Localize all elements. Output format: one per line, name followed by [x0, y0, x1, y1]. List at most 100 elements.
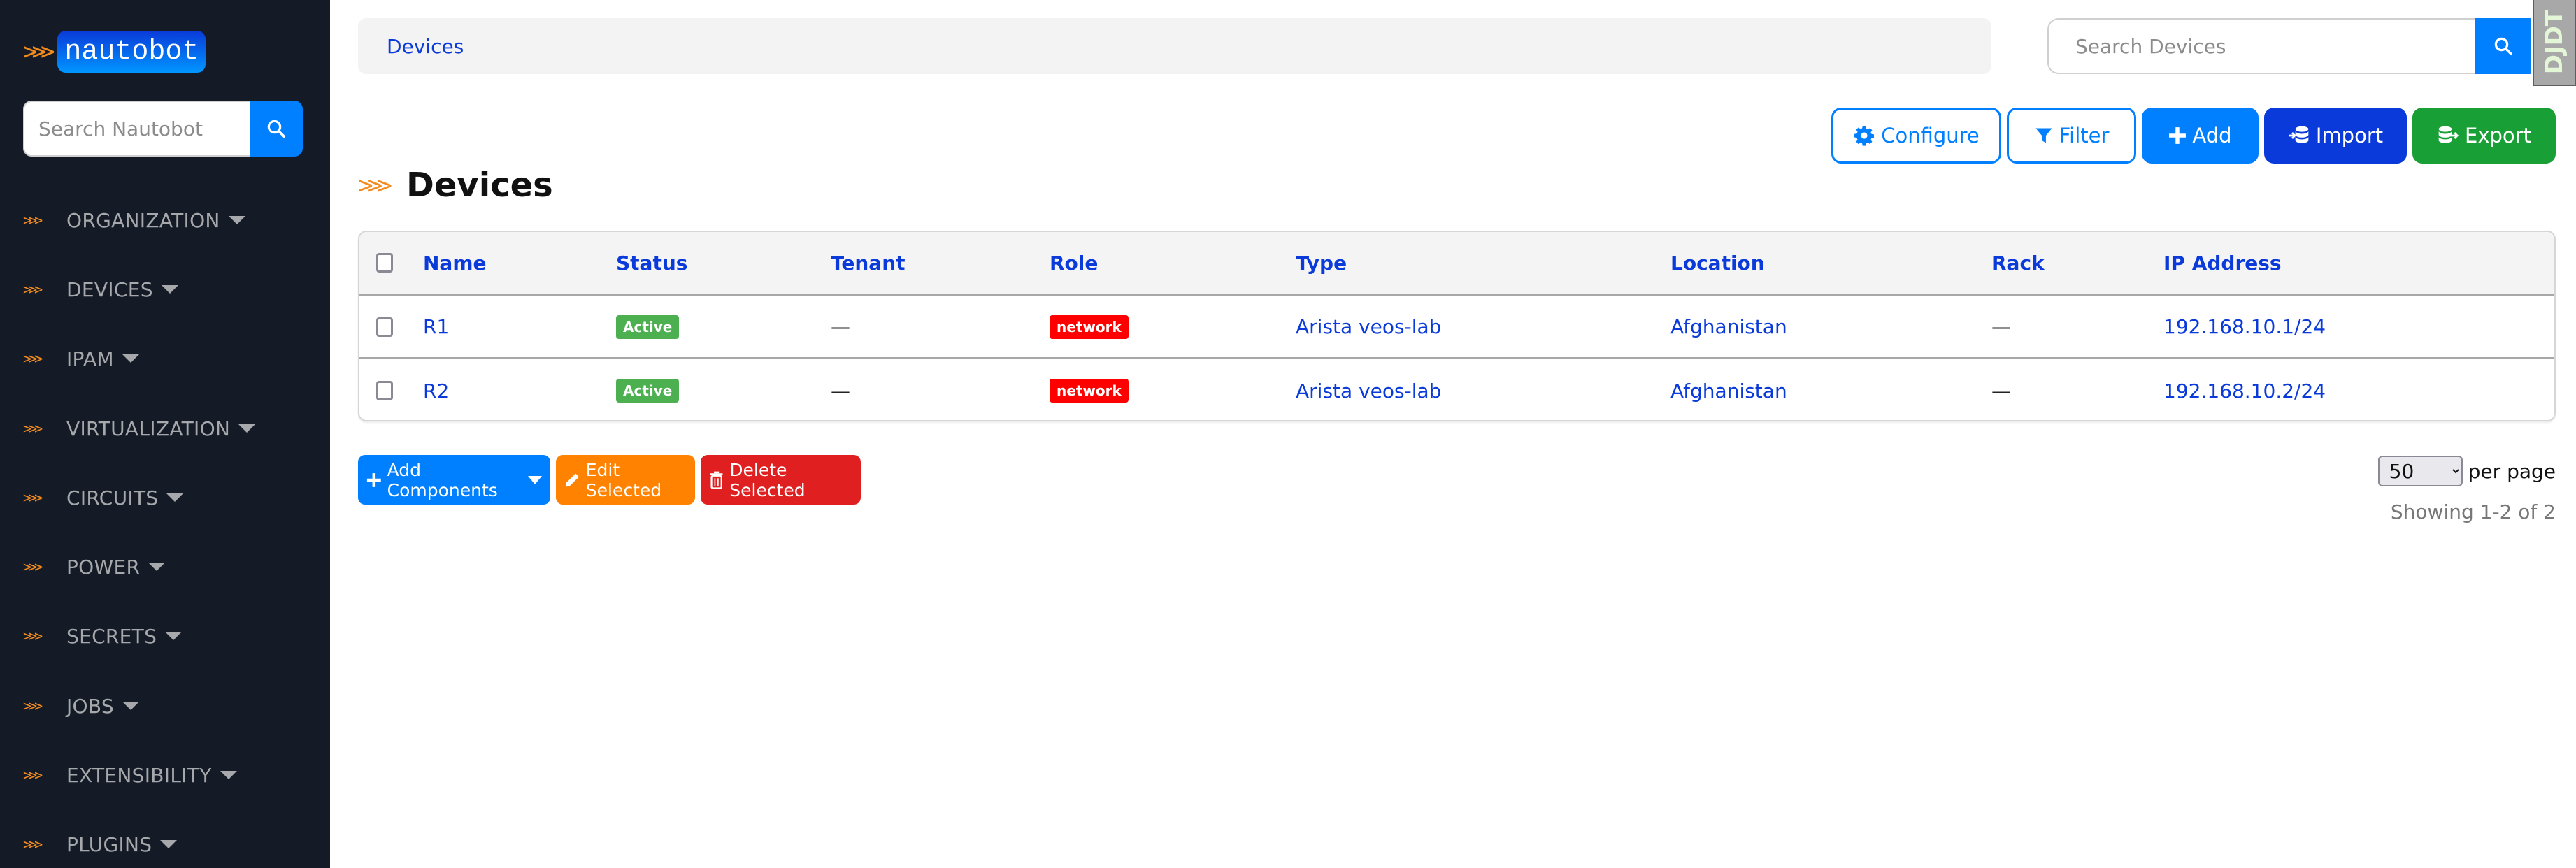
sidebar-item-power[interactable]: >>> POWER — [23, 549, 166, 584]
edit-selected-button[interactable]: Edit Selected — [556, 455, 695, 505]
sidebar-item-plugins[interactable]: >>> PLUGINS — [23, 827, 178, 862]
sidebar-item-organization[interactable]: >>> ORGANIZATION — [23, 203, 245, 238]
chevrons-icon: >>> — [23, 836, 43, 853]
debug-toolbar-label: DJDT — [2540, 10, 2568, 75]
row-checkbox[interactable] — [376, 317, 393, 337]
table-row: R1 Active — network Arista veos-lab Afgh… — [359, 296, 2554, 359]
sidebar-item-label: SECRETS — [66, 624, 157, 648]
sidebar-item-label: DEVICES — [66, 277, 153, 301]
ip-address-link[interactable]: 192.168.10.1/24 — [2163, 315, 2326, 338]
chevrons-icon: >>> — [23, 697, 43, 714]
filter-button[interactable]: Filter — [2007, 108, 2136, 164]
sidebar-item-label: EXTENSIBILITY — [66, 763, 212, 787]
sidebar-item-secrets[interactable]: >>> SECRETS — [23, 619, 183, 653]
caret-down-icon — [122, 702, 139, 710]
export-label: Export — [2465, 124, 2531, 147]
logo[interactable]: >>> nautobot — [23, 31, 206, 73]
sidebar-item-label: IPAM — [66, 347, 114, 370]
pagination-summary: Showing 1-2 of 2 — [2390, 500, 2556, 523]
delete-selected-label: Delete Selected — [729, 459, 806, 500]
logo-chevrons-icon: >>> — [23, 38, 55, 66]
add-components-label: Add Components — [387, 459, 498, 500]
configure-button[interactable]: Configure — [1831, 108, 2001, 164]
caret-down-icon — [148, 563, 166, 571]
action-buttons: Configure Filter Add Import Export — [1831, 108, 2556, 164]
device-name-link[interactable]: R1 — [423, 315, 449, 338]
caret-down-icon — [122, 354, 139, 363]
export-button[interactable]: Export — [2412, 108, 2556, 164]
column-header-type[interactable]: Type — [1296, 232, 1347, 294]
column-header-status[interactable]: Status — [616, 232, 687, 294]
tenant-value: — — [831, 379, 850, 403]
column-header-name[interactable]: Name — [423, 232, 487, 294]
gear-icon — [1854, 126, 1875, 146]
table-row: R2 Active — network Arista veos-lab Afgh… — [359, 359, 2554, 420]
device-type-link[interactable]: Arista veos-lab — [1296, 379, 1441, 403]
search-icon — [2494, 37, 2512, 55]
sidebar-item-label: CIRCUITS — [66, 486, 159, 509]
sidebar-item-extensibility[interactable]: >>> EXTENSIBILITY — [23, 758, 237, 793]
page-title: Devices — [406, 166, 553, 205]
chevrons-icon: >>> — [23, 212, 43, 229]
sidebar-item-devices[interactable]: >>> DEVICES — [23, 272, 178, 307]
sidebar-search-input[interactable] — [23, 101, 250, 157]
chevrons-icon: >>> — [23, 558, 43, 575]
role-badge: network — [1050, 314, 1129, 339]
status-badge: Active — [616, 379, 680, 403]
filter-icon — [2035, 128, 2052, 143]
column-header-rack[interactable]: Rack — [1991, 232, 2045, 294]
database-import-icon — [2289, 126, 2309, 143]
sidebar-item-label: ORGANIZATION — [66, 208, 220, 232]
database-export-icon — [2438, 126, 2459, 143]
caret-down-icon — [166, 493, 184, 502]
sidebar-item-circuits[interactable]: >>> CIRCUITS — [23, 480, 184, 515]
search-icon — [267, 120, 285, 138]
column-header-role[interactable]: Role — [1050, 232, 1098, 294]
import-label: Import — [2315, 124, 2384, 147]
caret-down-icon — [160, 840, 178, 848]
status-badge: Active — [616, 314, 680, 339]
add-button[interactable]: Add — [2142, 108, 2259, 164]
table-header-row: Name Status Tenant Role Type Location Ra… — [359, 232, 2554, 296]
import-button[interactable]: Import — [2264, 108, 2407, 164]
sidebar-item-ipam[interactable]: >>> IPAM — [23, 341, 139, 376]
row-checkbox[interactable] — [376, 381, 393, 400]
location-link[interactable]: Afghanistan — [1670, 379, 1787, 403]
sidebar-item-jobs[interactable]: >>> JOBS — [23, 688, 139, 723]
location-link[interactable]: Afghanistan — [1670, 315, 1787, 338]
delete-selected-button[interactable]: Delete Selected — [701, 455, 861, 505]
chevrons-icon: >>> — [358, 171, 392, 200]
caret-down-icon — [220, 771, 237, 779]
caret-down-icon — [228, 216, 245, 224]
per-page-select[interactable]: 50 — [2377, 456, 2463, 486]
chevrons-icon: >>> — [23, 420, 43, 437]
device-name-link[interactable]: R2 — [423, 379, 449, 403]
chevrons-icon: >>> — [23, 350, 43, 367]
plus-icon — [2169, 127, 2187, 144]
sidebar-search-button[interactable] — [250, 101, 303, 157]
breadcrumb-item-devices[interactable]: Devices — [387, 35, 464, 58]
edit-selected-label: Edit Selected — [585, 459, 662, 500]
device-search-input[interactable] — [2047, 18, 2475, 74]
ip-address-link[interactable]: 192.168.10.2/24 — [2163, 379, 2326, 403]
sidebar-item-label: PLUGINS — [66, 832, 152, 856]
caret-down-icon — [238, 424, 256, 433]
rack-value: — — [1991, 379, 2011, 403]
tenant-value: — — [831, 315, 850, 338]
column-header-location[interactable]: Location — [1670, 232, 1765, 294]
sidebar-item-label: VIRTUALIZATION — [66, 417, 231, 440]
device-search-button[interactable] — [2475, 18, 2531, 74]
add-components-button[interactable]: Add Components — [358, 455, 550, 505]
configure-label: Configure — [1881, 124, 1980, 147]
chevrons-icon: >>> — [23, 628, 43, 644]
debug-toolbar-handle[interactable]: DJDT — [2533, 0, 2576, 86]
sidebar: >>> nautobot >>>ORGANIZATION >>>DEVICES … — [0, 0, 330, 868]
sidebar-item-label: JOBS — [66, 694, 114, 718]
sidebar-item-virtualization[interactable]: >>> VIRTUALIZATION — [23, 411, 256, 446]
column-header-tenant[interactable]: Tenant — [831, 232, 906, 294]
add-label: Add — [2192, 124, 2232, 147]
select-all-checkbox[interactable] — [376, 253, 393, 273]
column-header-ip-address[interactable]: IP Address — [2163, 232, 2282, 294]
pencil-icon — [565, 473, 579, 486]
device-type-link[interactable]: Arista veos-lab — [1296, 315, 1441, 338]
